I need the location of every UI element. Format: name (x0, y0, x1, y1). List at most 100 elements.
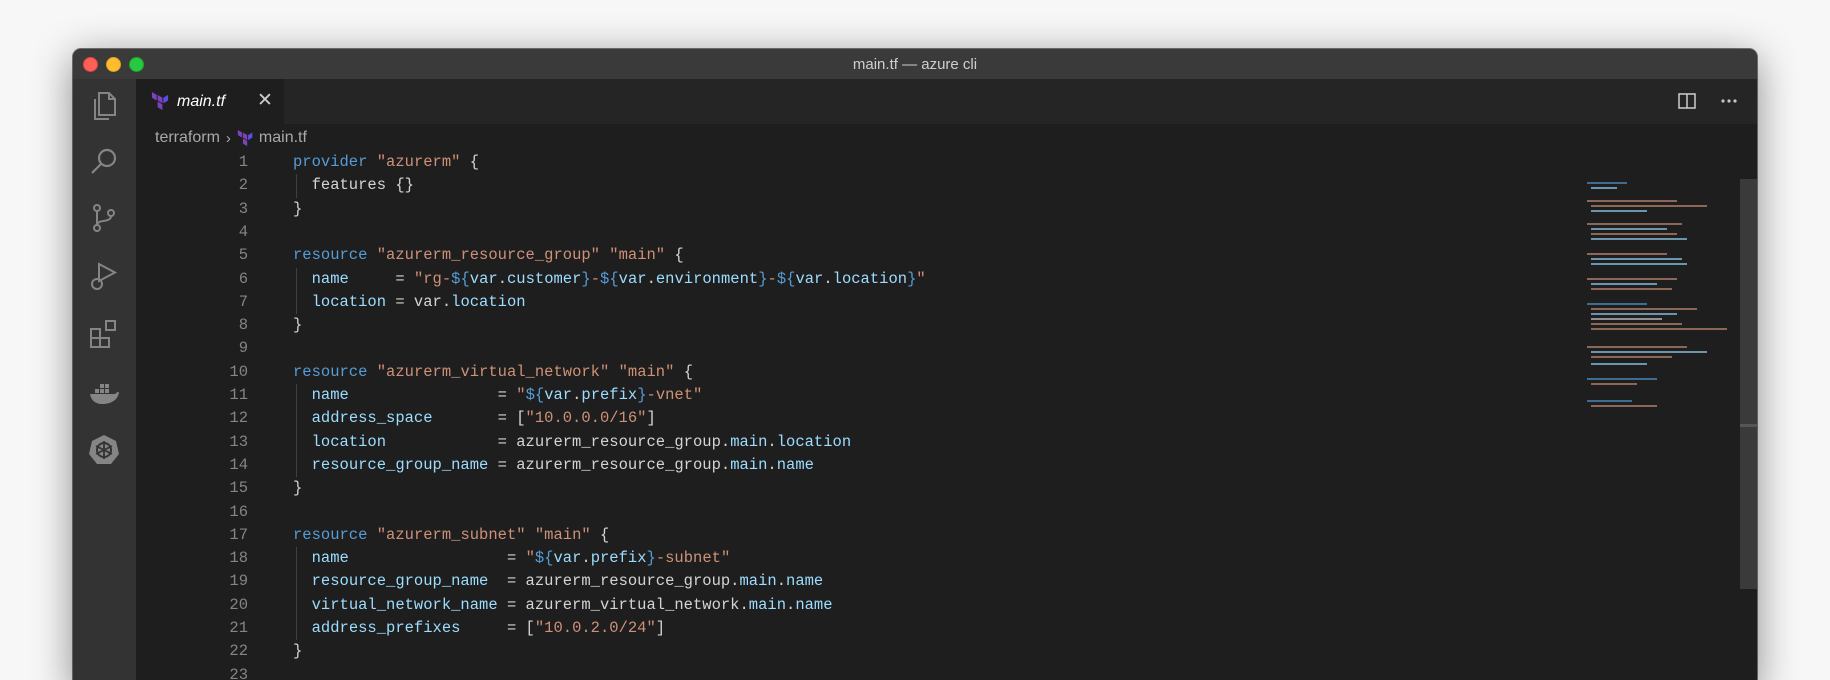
code-token: ${ (451, 269, 470, 288)
code-token: - (767, 269, 777, 288)
line-number: 23 (229, 665, 248, 680)
code-token: provider (293, 153, 368, 171)
code-token: var (469, 269, 498, 288)
indent-guide (296, 384, 297, 478)
code-token: = [ (460, 619, 535, 637)
code-text: virtual_network_name = azurerm_virtual_n… (293, 594, 833, 617)
code-token: - (590, 269, 601, 288)
code-token: ] (655, 619, 666, 637)
terraform-icon (237, 129, 253, 146)
indent-guide (296, 174, 297, 198)
maximize-window-button[interactable] (129, 57, 144, 72)
code-text: address_prefixes = ["10.0.2.0/24"] (293, 617, 665, 640)
code-token: " (525, 549, 535, 568)
docker-icon[interactable] (87, 375, 121, 409)
vertical-scrollbar[interactable] (1740, 179, 1757, 589)
code-token: ${ (776, 269, 796, 288)
code-token: virtual_network_name (311, 595, 498, 614)
code-token: name (795, 595, 833, 614)
code-token: } (758, 269, 768, 288)
line-number: 8 (238, 316, 248, 335)
code-token: "10.0.0.0/16" (525, 409, 647, 428)
line-number: 6 (238, 269, 248, 288)
code-token: -vnet" (646, 386, 703, 404)
code-token: . (572, 386, 582, 404)
code-token: prefix (581, 386, 638, 404)
code-token: { (665, 246, 684, 265)
minimap[interactable] (1587, 179, 1737, 419)
line-number: 17 (229, 525, 248, 544)
kubernetes-icon[interactable] (87, 433, 121, 467)
editor-actions (1677, 91, 1739, 111)
activity-bar (73, 79, 136, 680)
code-token: . (767, 455, 777, 474)
tab-main-tf[interactable]: main.tf ✕ (136, 79, 284, 124)
code-token: = [ (432, 409, 526, 428)
close-tab-icon[interactable]: ✕ (256, 91, 274, 110)
code-text: resource "azurerm_resource_group" "main"… (293, 244, 684, 267)
line-number: 3 (238, 199, 248, 218)
code-token: location (311, 432, 387, 451)
code-editor[interactable]: 1 provider "azurerm" {2 features {} 3} 4 5 re… (136, 151, 1757, 680)
close-window-button[interactable] (83, 57, 98, 72)
code-token: location (832, 269, 908, 288)
code-token: } (581, 269, 591, 288)
line-number: 5 (238, 246, 248, 265)
code-token: "10.0.2.0/24" (534, 619, 656, 637)
code-token: environment (655, 269, 759, 288)
code-token: " (916, 269, 926, 288)
code-token: name (311, 386, 349, 404)
split-editor-icon[interactable] (1677, 91, 1697, 111)
code-token: } (646, 549, 656, 568)
line-number: 19 (229, 572, 248, 591)
breadcrumb-file[interactable]: main.tf (259, 129, 307, 147)
explorer-icon[interactable] (87, 89, 121, 123)
code-token: = azurerm_resource_group. (488, 455, 731, 474)
code-text: name = "${var.prefix}-vnet" (293, 384, 703, 407)
scrollbar-position-marker (1740, 424, 1757, 427)
line-number: 10 (229, 362, 248, 381)
code-text: name = "rg-${var.customer}-${var.environ… (293, 268, 926, 291)
code-token: } (637, 386, 647, 404)
code-token: ${ (525, 386, 545, 404)
code-text: provider "azurerm" { (293, 151, 479, 174)
search-icon[interactable] (87, 145, 121, 179)
more-actions-icon[interactable] (1719, 91, 1739, 111)
code-token: -subnet" (655, 549, 731, 568)
code-token: name (786, 572, 824, 591)
code-token: "azurerm_resource_group" (376, 246, 600, 265)
code-token: " (516, 386, 526, 404)
line-number: 20 (229, 595, 248, 614)
code-text: } (293, 640, 302, 663)
code-token: prefix (590, 549, 647, 568)
code-text: } (293, 198, 302, 221)
code-token: . (646, 269, 656, 288)
line-number: 4 (238, 222, 248, 241)
code-token: ${ (600, 269, 619, 288)
code-token: = var. (386, 292, 452, 311)
code-token: resource (293, 525, 368, 544)
code-text: resource "azurerm_subnet" "main" { (293, 524, 609, 547)
code-token: features {} (293, 176, 414, 195)
line-number: 11 (229, 386, 248, 404)
line-number: 9 (238, 339, 248, 358)
code-token: var (795, 269, 824, 288)
code-token: = (348, 549, 526, 568)
minimize-window-button[interactable] (106, 57, 121, 72)
extensions-icon[interactable] (87, 317, 121, 351)
breadcrumb-folder[interactable]: terraform (155, 129, 220, 147)
editor-window: main.tf — azure cli main.tf ✕ terraform … (73, 49, 1757, 680)
indent-guide (296, 267, 297, 315)
editor-area: main.tf ✕ terraform › main.tf 1 provider … (136, 79, 1757, 680)
run-debug-icon[interactable] (87, 259, 121, 293)
window-controls (83, 57, 144, 72)
code-token: } (293, 642, 303, 661)
code-token: main (730, 455, 768, 474)
code-token: "azurerm_subnet" (376, 525, 526, 544)
code-token: } (907, 269, 917, 288)
code-token: address_space (311, 409, 433, 428)
code-token: "main" (609, 246, 666, 265)
source-control-icon[interactable] (87, 201, 121, 235)
